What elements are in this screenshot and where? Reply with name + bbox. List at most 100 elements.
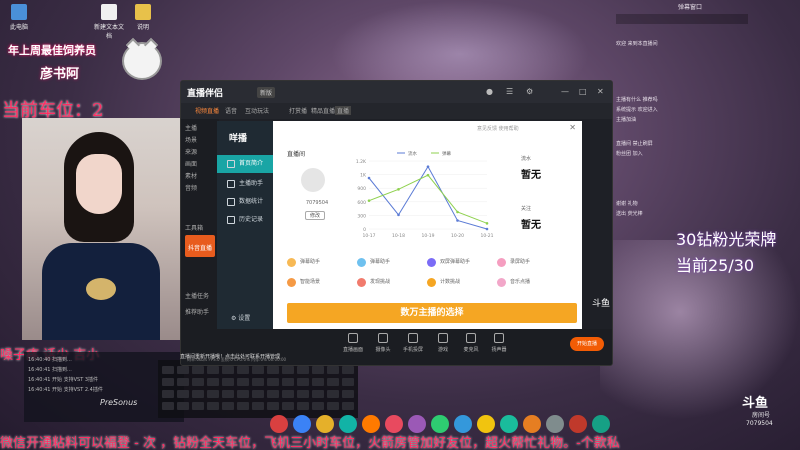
menu-history[interactable]: 历史记录 [217, 211, 273, 229]
chart-point [367, 176, 371, 180]
keyboard-key [342, 378, 354, 386]
fn-smart-scene[interactable]: 智能场景 [287, 277, 351, 287]
fn-music[interactable]: 音乐点播 [497, 277, 561, 287]
keyboard-key [327, 402, 339, 410]
dialog-brand: 咩播 [229, 134, 248, 144]
promo-banner[interactable]: 数万主播的选择 [287, 303, 577, 323]
keyboard-key [222, 366, 234, 374]
stat-label: 流水 [521, 156, 532, 162]
danmu-icon [287, 258, 296, 267]
fn-challenge[interactable]: 发现挑战 [357, 277, 421, 287]
tab-live[interactable]: 直播 [335, 106, 352, 115]
tab-voice[interactable]: 语音 [225, 106, 237, 115]
maximize-icon[interactable]: □ [579, 87, 587, 96]
dock-app-icon[interactable] [431, 415, 449, 433]
dock-app-icon[interactable] [270, 415, 288, 433]
sidebar-item[interactable]: 画面 [185, 159, 215, 168]
app-titlebar: 直播伴侣 新版 ● ☰ ⚙ — □ ✕ [181, 81, 612, 103]
dock-app-icon[interactable] [454, 415, 472, 433]
settings-icon[interactable]: ⚙ [526, 87, 533, 96]
avatar-icon[interactable]: ● [486, 87, 493, 96]
tool-game[interactable]: 游戏 [429, 333, 457, 353]
douyu-room-id: 7079504 [746, 420, 773, 427]
dock-app-icon[interactable] [362, 415, 380, 433]
dock-app-icon[interactable] [316, 415, 334, 433]
keyboard-key [252, 390, 264, 398]
chart-point [485, 222, 489, 225]
sidebar-item-recommend[interactable]: 推荐助手 [185, 307, 215, 316]
host-edit-button[interactable]: 修改 [305, 211, 325, 220]
start-live-button[interactable]: 开始直播 [570, 337, 604, 351]
sidebar-item-task[interactable]: 主播任务 [185, 291, 215, 300]
trend-chart: 0 300 600 900 1K 1.2K 10-17 10-18 10-19 10-20 10-2… [356, 150, 494, 239]
host-id: 7079504 [305, 200, 329, 206]
dock-app-icon[interactable] [408, 415, 426, 433]
dock-app-icon[interactable] [293, 415, 311, 433]
fn-danmu-helper-2[interactable]: 弹幕助手 [357, 257, 421, 267]
keyboard-key [237, 366, 249, 374]
desktop-icon-folder[interactable]: 说明 [128, 4, 158, 31]
keyboard-key [237, 390, 249, 398]
fn-count-challenge[interactable]: 计数挑战 [427, 277, 491, 287]
dock-app-icon[interactable] [592, 415, 610, 433]
chart-y-tick: 900 [357, 186, 366, 192]
fn-danmu-helper[interactable]: 弹幕助手 [287, 257, 351, 267]
chart-point [426, 165, 430, 168]
keyboard-key [177, 366, 189, 374]
tab-video-live[interactable]: 视频直播 [195, 106, 219, 115]
dock-app-icon[interactable] [477, 415, 495, 433]
menu-stats[interactable]: 数据统计 [217, 193, 273, 211]
keyboard-key [207, 366, 219, 374]
keyboard-key [237, 402, 249, 410]
desktop-icon-textfile[interactable]: 新建文本文档 [94, 4, 124, 40]
sidebar-item[interactable]: 场景 [185, 135, 215, 144]
fn-dual-screen[interactable]: 双屏弹幕助手 [427, 257, 491, 267]
keyboard-key [207, 402, 219, 410]
fn-label: 计数挑战 [440, 279, 461, 285]
host-card: 直播间 7079504 修改 [287, 149, 347, 229]
tool-mic[interactable]: 麦克风 [457, 333, 485, 353]
minimize-icon[interactable]: — [561, 87, 569, 96]
tab-featured[interactable]: 精品直播 [311, 106, 335, 115]
dialog-top-links[interactable]: 意见反馈 使用帮助 [477, 125, 519, 132]
text-file-icon [101, 4, 117, 20]
tool-phone-cast[interactable]: 手机投屏 [399, 333, 427, 353]
function-row-1: 弹幕助手 弹幕助手 双屏弹幕助手 录屏助手 [287, 257, 567, 271]
dock-app-icon[interactable] [385, 415, 403, 433]
tool-live-screen[interactable]: 直播画面 [339, 333, 367, 353]
keyboard-key [297, 402, 309, 410]
dock-app-icon[interactable] [569, 415, 587, 433]
keyboard-key [192, 402, 204, 410]
keyboard-key [312, 402, 324, 410]
sidebar-item[interactable]: 素材 [185, 171, 215, 180]
tab-interactive[interactable]: 互动玩法 [245, 106, 269, 115]
dialog-close-icon[interactable]: ✕ [569, 123, 576, 132]
keyboard-key [252, 402, 264, 410]
menu-assistant[interactable]: 主播助手 [217, 175, 273, 193]
sidebar-item[interactable]: 来源 [185, 147, 215, 156]
live-notice[interactable]: 直播间重新开播哦！点击此处可联系开播管理 [180, 353, 380, 363]
dialog-settings[interactable]: ⚙ 设置 [231, 313, 250, 322]
dock-app-icon[interactable] [523, 415, 541, 433]
version-badge[interactable]: 新版 [257, 87, 276, 98]
sidebar-item[interactable]: 音频 [185, 183, 215, 192]
chart-x-tick: 10-19 [421, 233, 434, 239]
menu-icon[interactable]: ☰ [506, 87, 513, 96]
menu-home[interactable]: 首页简介 [217, 155, 273, 173]
close-icon[interactable]: ✕ [597, 87, 604, 96]
dock-app-icon[interactable] [339, 415, 357, 433]
fn-record[interactable]: 录屏助手 [497, 257, 561, 267]
douyin-live-button[interactable]: 抖音直播 [185, 235, 215, 257]
keyboard-key [207, 378, 219, 386]
host-label: 直播间 [287, 151, 306, 158]
sidebar-item[interactable]: 主播 [185, 123, 215, 132]
tool-label: 扬声器 [491, 347, 507, 353]
dock-app-icon[interactable] [546, 415, 564, 433]
tool-speaker[interactable]: 扬声器 [485, 333, 513, 353]
chat-title: 弹幕窗口 [678, 4, 703, 11]
desktop-icon-computer[interactable]: 此电脑 [4, 4, 34, 31]
tab-tip[interactable]: 打赏播 [289, 106, 307, 115]
tool-camera[interactable]: 摄像头 [369, 333, 397, 353]
fn-label: 弹幕助手 [370, 259, 391, 265]
dock-app-icon[interactable] [500, 415, 518, 433]
